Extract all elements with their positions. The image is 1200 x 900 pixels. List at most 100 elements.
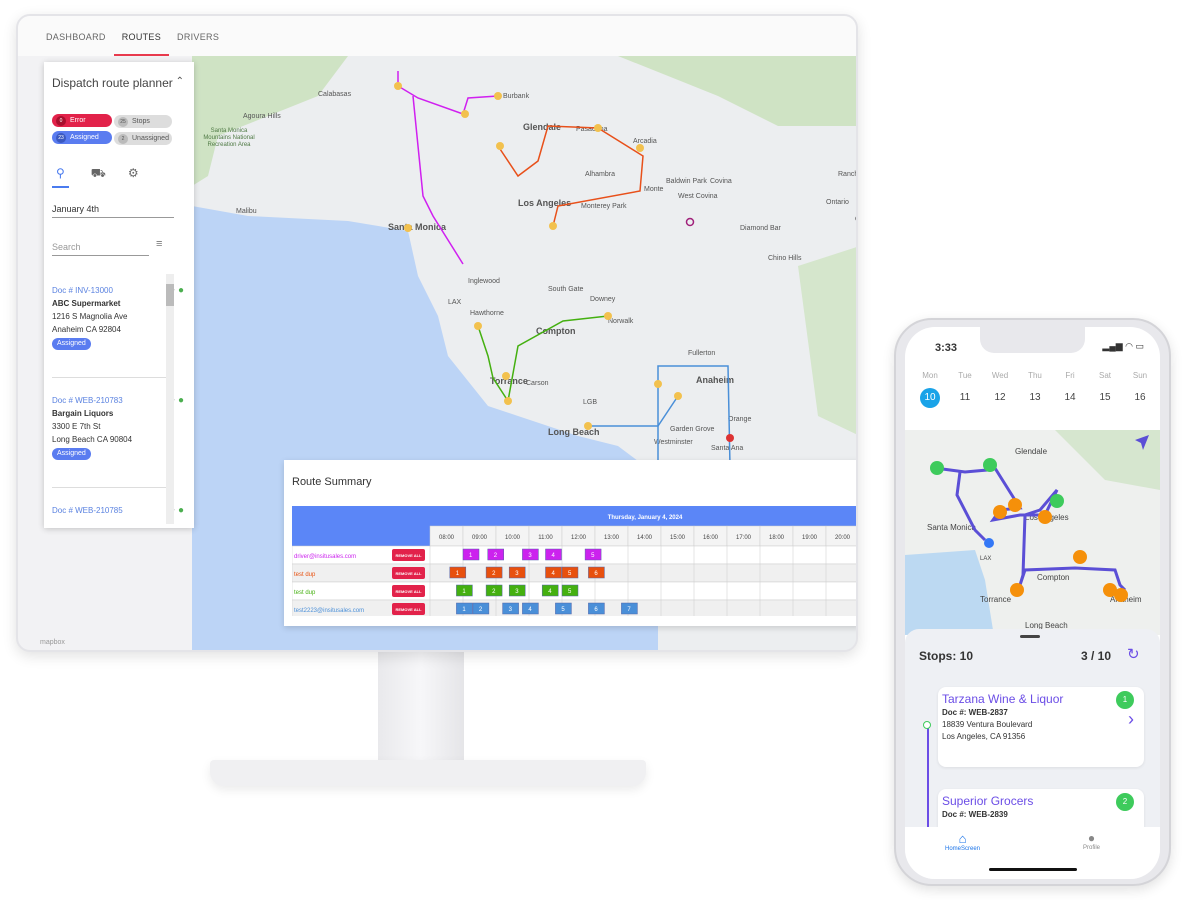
stops-progress: 3 / 10 xyxy=(1081,649,1112,663)
map-label: Diamond Bar xyxy=(740,225,782,232)
monitor-screen: DASHBOARD ROUTES DRIVERS Burbank Glendale… xyxy=(16,14,858,652)
hour-label: 12:00 xyxy=(571,535,587,541)
hour-label: 19:00 xyxy=(802,535,818,541)
map-label: ONT xyxy=(855,216,858,223)
drag-handle[interactable] xyxy=(1020,635,1040,638)
chevron-up-icon[interactable]: ⌃ xyxy=(176,76,184,87)
map-label: Agoura Hills xyxy=(243,113,281,120)
map-label: Compton xyxy=(536,326,576,336)
day-tue[interactable]: Tue 11 xyxy=(950,371,980,408)
filter-icon[interactable]: ≡ xyxy=(156,238,162,250)
map-label: LGB xyxy=(583,399,597,406)
map-label: Ontario xyxy=(826,199,849,206)
svg-text:REMOVE ALL: REMOVE ALL xyxy=(395,607,422,612)
error-chip[interactable]: 0 Error xyxy=(52,114,112,127)
phone-map[interactable]: GlendaleLos AngelesSanta MonicaLAXCompto… xyxy=(905,430,1160,635)
map-label: Monterey Park xyxy=(581,203,627,210)
stops-count: Stops: 10 xyxy=(919,649,974,663)
pin-icon[interactable]: ● xyxy=(178,285,184,296)
list-item[interactable]: Doc # WEB-210783 Bargain Liquors 3300 E … xyxy=(52,378,184,488)
status-icons: ▂▄▆ ◠ ▭ xyxy=(1102,341,1144,351)
hour-label: 15:00 xyxy=(670,535,686,541)
stop-number: 2 xyxy=(1116,793,1134,811)
map-label: West Covina xyxy=(678,193,718,200)
svg-text:REMOVE ALL: REMOVE ALL xyxy=(395,553,422,558)
day-wed[interactable]: Wed 12 xyxy=(985,371,1015,408)
day-fri[interactable]: Fri 14 xyxy=(1055,371,1085,408)
tab-drivers[interactable]: DRIVERS xyxy=(169,16,227,56)
map-label: Calabasas xyxy=(318,91,352,98)
map-label: Monte xyxy=(644,186,664,193)
hour-label: 09:00 xyxy=(472,535,488,541)
monitor-base xyxy=(210,760,646,786)
map-label: Rancho Cucamonga xyxy=(838,171,858,178)
stops-chip[interactable]: 25 Stops xyxy=(114,115,172,128)
map-label: Garden Grove xyxy=(670,426,714,433)
map-label: Covina xyxy=(710,178,732,185)
map-label: Burbank xyxy=(503,93,530,100)
date-field[interactable]: January 4th xyxy=(52,204,174,218)
map-label: Inglewood xyxy=(468,278,500,285)
refresh-icon[interactable]: ↻ xyxy=(1127,645,1140,663)
map-label: Malibu xyxy=(236,208,257,215)
map-label: Glendale xyxy=(1015,447,1048,456)
map-label: Arcadia xyxy=(633,138,657,145)
map-label: Downey xyxy=(590,296,616,303)
driver-name[interactable]: test2223@insitusales.com xyxy=(294,608,364,614)
nav-profile[interactable]: ● Profile xyxy=(1083,831,1100,851)
gear-icon[interactable]: ⚙ xyxy=(128,166,139,188)
search-input[interactable]: Search xyxy=(52,242,149,256)
day-sun[interactable]: Sun 16 xyxy=(1125,371,1155,408)
list-item[interactable]: Doc # WEB-210785 ◔ ● xyxy=(52,488,184,526)
day-thu[interactable]: Thu 13 xyxy=(1020,371,1050,408)
location-pin-icon[interactable]: ⚲ xyxy=(52,166,69,188)
nav-home[interactable]: ⌂ HomeScreen xyxy=(945,831,980,852)
phone: 3:33 ▂▄▆ ◠ ▭ Mon 10 Tue 11 Wed 12 Thu 13 Fri 14 Sa… xyxy=(894,318,1171,886)
bottom-nav: ⌂ HomeScreen ● Profile xyxy=(905,827,1160,879)
panel-title: Dispatch route planner xyxy=(52,76,173,90)
svg-text:REMOVE ALL: REMOVE ALL xyxy=(395,571,422,576)
hour-label: 14:00 xyxy=(637,535,653,541)
pin-icon[interactable]: ● xyxy=(178,395,184,406)
stop-card[interactable]: Tarzana Wine & Liquor Doc #: WEB-2837 18… xyxy=(938,687,1144,767)
tab-routes[interactable]: ROUTES xyxy=(113,16,170,56)
list-item[interactable]: Doc # INV-13000 ABC Supermarket 1216 S M… xyxy=(52,268,184,378)
driver-name[interactable]: test dup xyxy=(294,590,316,596)
tab-dashboard[interactable]: DASHBOARD xyxy=(38,16,114,56)
day-sat[interactable]: Sat 15 xyxy=(1090,371,1120,408)
hour-label: 18:00 xyxy=(769,535,785,541)
dispatch-panel: Dispatch route planner ⌃ 0 Error 25 Stops … xyxy=(44,62,194,528)
date-header: Thursday, January 4, 2024 xyxy=(608,515,683,521)
svg-text:REMOVE ALL: REMOVE ALL xyxy=(395,589,422,594)
hour-label: 10:00 xyxy=(505,535,521,541)
pin-icon[interactable]: ● xyxy=(178,505,184,516)
map-label: Santa Ana xyxy=(711,445,743,452)
driver-name[interactable]: test dup xyxy=(294,572,316,578)
status-badge: Assigned xyxy=(52,448,91,460)
map-label: Baldwin Park xyxy=(666,178,707,185)
assigned-chip[interactable]: 23 Assigned xyxy=(52,131,112,144)
truck-icon[interactable]: ⛟ xyxy=(91,166,106,188)
driver-name[interactable]: driver@insitusales.com xyxy=(294,554,356,560)
schedule-grid: Thursday, January 4, 2024 08:00 09:00 10:00… xyxy=(292,506,856,616)
day-mon[interactable]: Mon 10 xyxy=(915,371,945,408)
map-attribution: mapbox xyxy=(40,639,65,646)
week-strip: Mon 10 Tue 11 Wed 12 Thu 13 Fri 14 Sat 15 Sun 16 xyxy=(915,371,1155,408)
map-label: Westminster xyxy=(654,439,693,446)
timeline-dot xyxy=(923,721,931,729)
map-label: Fullerton xyxy=(688,350,715,357)
route-summary: Route Summary Thursday, January 4, 2024 0… xyxy=(284,460,856,626)
list-scrollbar[interactable] xyxy=(166,274,174,524)
hour-label: 16:00 xyxy=(703,535,719,541)
map-label: Orange xyxy=(728,416,751,423)
hour-label: 13:00 xyxy=(604,535,620,541)
chevron-right-icon[interactable]: › xyxy=(1128,710,1134,728)
status-badge: Assigned xyxy=(52,338,91,350)
hour-label: 11:00 xyxy=(538,535,553,541)
map-label: LAX xyxy=(448,299,462,306)
map-label-recreation-area: Santa Monica Mountains National Recreati… xyxy=(203,128,255,148)
monitor-stand xyxy=(378,640,464,768)
unassigned-chip[interactable]: 2 Unassigned xyxy=(114,132,172,145)
hour-label: 08:00 xyxy=(439,535,455,541)
map-label: South Gate xyxy=(548,286,584,293)
